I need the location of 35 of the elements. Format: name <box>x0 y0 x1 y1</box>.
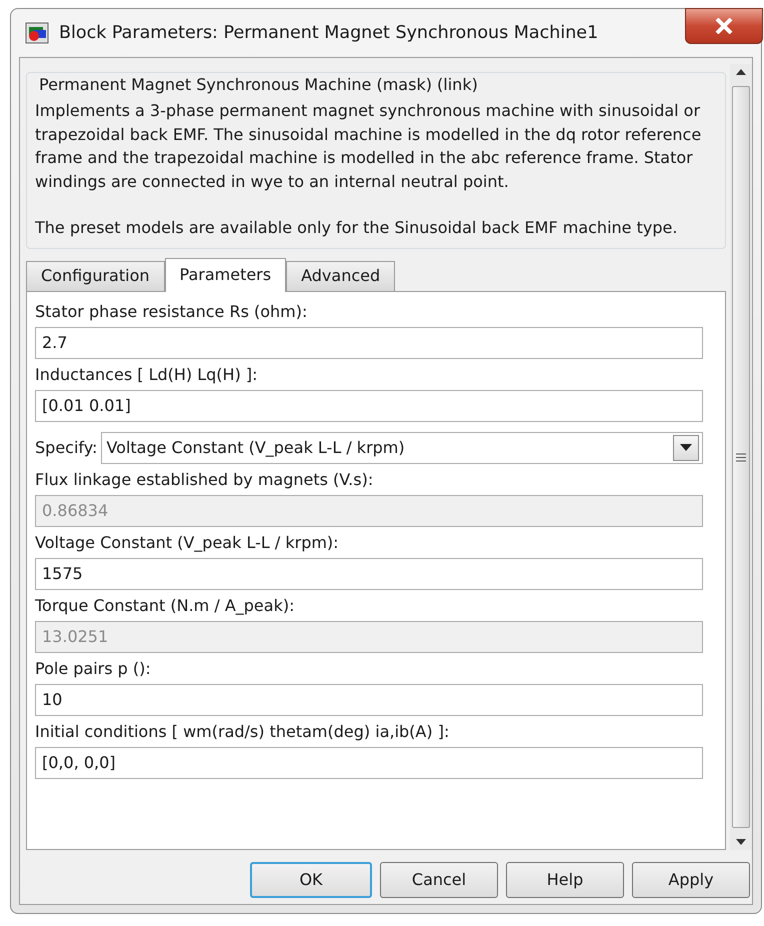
field-label: Initial conditions [ wm(rad/s) thetam(deg) ia,ib(A) ]: <box>35 720 450 742</box>
scroll-up-icon[interactable] <box>735 68 747 76</box>
field-label: Voltage Constant (V_peak L-L / krpm): <box>35 532 340 554</box>
input-field[interactable]: [0.01 0.01] <box>35 390 703 422</box>
dialog-button[interactable]: Cancel <box>380 862 498 898</box>
input-field[interactable]: 1575 <box>35 558 703 590</box>
field-label: Torque Constant (N.m / A_peak): <box>35 594 296 616</box>
dialog-button[interactable]: Help <box>506 862 624 898</box>
caret-icon <box>680 444 692 451</box>
close-button[interactable] <box>685 8 763 44</box>
field-label: Stator phase resistance Rs (ohm): <box>35 300 308 322</box>
field-label: Inductances [ Ld(H) Lq(H) ]: <box>35 364 259 386</box>
block-icon <box>25 22 49 44</box>
dialog-button[interactable]: Apply <box>632 862 750 898</box>
dropdown-value: Voltage Constant (V_peak L-L / krpm) <box>106 436 405 459</box>
description-text: The preset models are available only for the Sinusoidal back EMF machine type. <box>35 217 678 239</box>
close-icon <box>715 18 733 34</box>
window-title: Block Parameters: Permanent Magnet Synchronous Machine1 <box>59 22 598 45</box>
input-field[interactable]: [0,0, 0,0] <box>35 746 703 778</box>
input-field[interactable]: 10 <box>35 684 703 716</box>
tab[interactable]: Configuration <box>26 260 165 290</box>
dialog-button[interactable]: OK <box>250 862 372 898</box>
dropdown-button[interactable] <box>673 434 699 460</box>
tab[interactable]: Advanced <box>286 260 396 290</box>
description-text: Implements a 3-phase permanent magnet synchronous machine with sinusoidal or trapezoidal back EMF. The sinusoidal machine is modelled in the dq rotor reference frame and the trapezoidal machine is modelled in the abc reference frame. Stator windings are connected in wye to an internal neutral point. <box>35 100 702 192</box>
scroll-down-icon[interactable] <box>735 838 747 846</box>
scrollbar[interactable] <box>730 64 752 850</box>
input-field[interactable]: 2.7 <box>35 326 703 358</box>
field-label: Pole pairs p (): <box>35 658 152 680</box>
field-label: Specify: <box>35 436 98 458</box>
field-label: Flux linkage established by magnets (V.s): <box>35 468 374 490</box>
scroll-thumb[interactable] <box>732 86 750 828</box>
tab[interactable]: Parameters <box>164 258 286 292</box>
dropdown-field[interactable]: Voltage Constant (V_peak L-L / krpm) <box>101 432 703 464</box>
grip-icon <box>736 452 746 462</box>
